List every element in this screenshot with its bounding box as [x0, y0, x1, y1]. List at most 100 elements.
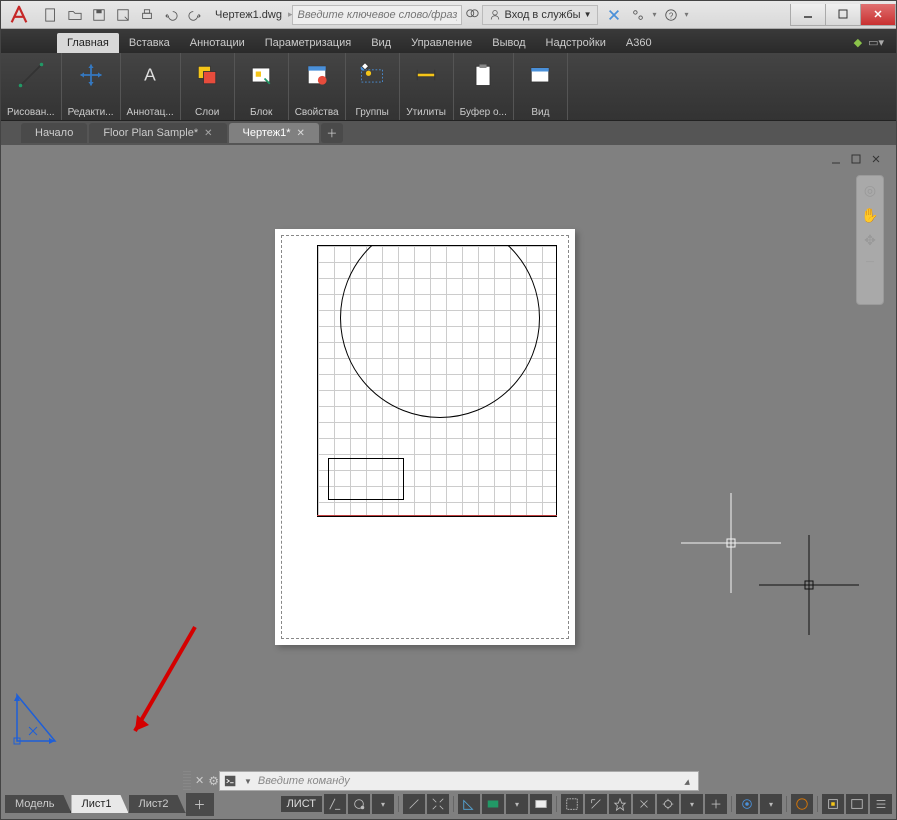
panel-annotation[interactable]: A Аннотац... [121, 53, 181, 120]
status-scale-icon[interactable] [585, 794, 607, 814]
svg-text:?: ? [668, 11, 673, 20]
qat-redo-icon[interactable] [185, 5, 205, 25]
ribbon-tab-insert[interactable]: Вставка [119, 33, 180, 53]
panel-view[interactable]: Вид [514, 53, 568, 120]
command-grip-icon[interactable] [183, 771, 191, 791]
navigation-bar[interactable]: ◎ ✋ ✥ — [856, 175, 884, 305]
ribbon-panel-toggle-icon[interactable]: ▭▾ [868, 36, 884, 49]
window-close-button[interactable] [860, 4, 896, 26]
infocenter-search[interactable] [292, 5, 462, 25]
document-title: Чертеж1.dwg [209, 9, 288, 21]
nav-more-icon[interactable]: — [866, 257, 874, 266]
layout-add-button[interactable]: ＋ [186, 793, 214, 816]
nav-pan-icon[interactable]: ✋ [861, 207, 878, 224]
panel-block[interactable]: Блок [235, 53, 289, 120]
status-dropdown-icon[interactable]: ▾ [506, 794, 528, 814]
panel-modify[interactable]: Редакти... [62, 53, 121, 120]
status-grid-icon[interactable] [324, 794, 346, 814]
layout-paper [275, 229, 575, 645]
document-tabs: Начало Floor Plan Sample*✕ Чертеж1*✕ ＋ [1, 121, 896, 145]
status-annoscale-icon[interactable] [609, 794, 631, 814]
layout-tab-sheet2[interactable]: Лист2 [129, 795, 186, 813]
ribbon-panels: Рисован... Редакти... A Аннотац... Слои … [1, 53, 896, 121]
viewport-edge-line [317, 515, 557, 516]
status-snap-icon[interactable] [348, 794, 370, 814]
close-icon[interactable]: ✕ [204, 128, 212, 139]
panel-layers[interactable]: Слои [181, 53, 235, 120]
status-dropdown-icon[interactable]: ▾ [681, 794, 703, 814]
status-dropdown-icon[interactable]: ▾ [760, 794, 782, 814]
social-icon[interactable] [628, 5, 648, 25]
doc-tab-floorplan[interactable]: Floor Plan Sample*✕ [89, 123, 226, 143]
panel-clipboard[interactable]: Буфер о... [454, 53, 514, 120]
drawing-canvas[interactable]: ◎ ✋ ✥ — [9, 147, 888, 757]
qat-saveas-icon[interactable] [113, 5, 133, 25]
nav-wheel-icon[interactable]: ◎ [864, 182, 876, 199]
status-dropdown-icon[interactable]: ▾ [372, 794, 394, 814]
ribbon-tab-addins[interactable]: Надстройки [536, 33, 616, 53]
qat-new-icon[interactable] [41, 5, 61, 25]
window-maximize-button[interactable] [825, 4, 861, 26]
exchange-icon[interactable] [604, 5, 624, 25]
close-icon[interactable]: ✕ [297, 128, 305, 139]
svg-text:A: A [144, 64, 156, 84]
command-line[interactable]: ✕ ⚙ ▼ Введите команду ▴ [183, 769, 892, 793]
signin-button[interactable]: Вход в службы ▼ [482, 5, 598, 25]
status-annoauto-icon[interactable] [657, 794, 679, 814]
layout-tab-sheet1[interactable]: Лист1 [71, 795, 128, 813]
status-cleanscreen-icon[interactable] [846, 794, 868, 814]
ribbon-tab-annotate[interactable]: Аннотации [180, 33, 255, 53]
panel-utilities[interactable]: Утилиты [400, 53, 454, 120]
command-input[interactable]: ▼ Введите команду ▴ [219, 771, 699, 791]
ribbon-featured-apps-icon[interactable]: ◆ [854, 36, 862, 49]
title-bar: Чертеж1.dwg ▸ Вход в службы ▼ ▾ ? ▾ [1, 1, 896, 29]
viewport-maximize-icon[interactable] [850, 153, 864, 167]
viewport-minimize-icon[interactable] [830, 153, 844, 167]
command-close-icon[interactable]: ✕ [195, 774, 204, 788]
ribbon-tab-a360[interactable]: A360 [616, 33, 662, 53]
app-menu-icon[interactable] [1, 1, 37, 29]
qat-save-icon[interactable] [89, 5, 109, 25]
status-lineweight-icon[interactable] [482, 794, 504, 814]
qat-open-icon[interactable] [65, 5, 85, 25]
ribbon-tab-parametric[interactable]: Параметризация [255, 33, 361, 53]
panel-draw[interactable]: Рисован... [1, 53, 62, 120]
drawing-rectangle [328, 458, 404, 500]
command-config-icon[interactable]: ⚙ [208, 774, 219, 788]
status-select-icon[interactable] [561, 794, 583, 814]
help-icon[interactable]: ? [661, 5, 681, 25]
cursor-crosshair [681, 493, 781, 593]
doc-tab-start[interactable]: Начало [21, 123, 87, 143]
status-polar-icon[interactable] [403, 794, 425, 814]
doc-tab-add-button[interactable]: ＋ [321, 123, 343, 143]
status-mode-label[interactable]: ЛИСТ [281, 796, 322, 812]
window-minimize-button[interactable] [790, 4, 826, 26]
panel-properties[interactable]: Свойства [289, 53, 346, 120]
cursor-crosshair-shadow [759, 535, 859, 635]
status-isolate-icon[interactable] [822, 794, 844, 814]
status-workspace-icon[interactable] [736, 794, 758, 814]
status-osnap-icon[interactable] [427, 794, 449, 814]
status-add-icon[interactable] [705, 794, 727, 814]
ribbon-tabs: Главная Вставка Аннотации Параметризация… [1, 29, 896, 53]
qat-print-icon[interactable] [137, 5, 157, 25]
layout-viewport[interactable] [317, 245, 557, 517]
panel-groups[interactable]: Группы [346, 53, 400, 120]
status-annovis-icon[interactable] [633, 794, 655, 814]
search-icon[interactable] [462, 5, 482, 25]
nav-orbit-icon[interactable]: ✥ [864, 232, 876, 249]
status-hwaccel-icon[interactable] [791, 794, 813, 814]
doc-tab-drawing1[interactable]: Чертеж1*✕ [229, 123, 319, 143]
ribbon-tab-home[interactable]: Главная [57, 33, 119, 53]
command-history-icon[interactable]: ▴ [680, 775, 694, 788]
qat-undo-icon[interactable] [161, 5, 181, 25]
layout-tab-model[interactable]: Модель [5, 795, 71, 813]
ucs-icon [11, 687, 71, 747]
viewport-close-icon[interactable] [870, 153, 884, 167]
ribbon-tab-manage[interactable]: Управление [401, 33, 482, 53]
ribbon-tab-view[interactable]: Вид [361, 33, 401, 53]
status-transparency-icon[interactable] [530, 794, 552, 814]
status-angle-icon[interactable] [458, 794, 480, 814]
status-customize-icon[interactable] [870, 794, 892, 814]
ribbon-tab-output[interactable]: Вывод [482, 33, 535, 53]
